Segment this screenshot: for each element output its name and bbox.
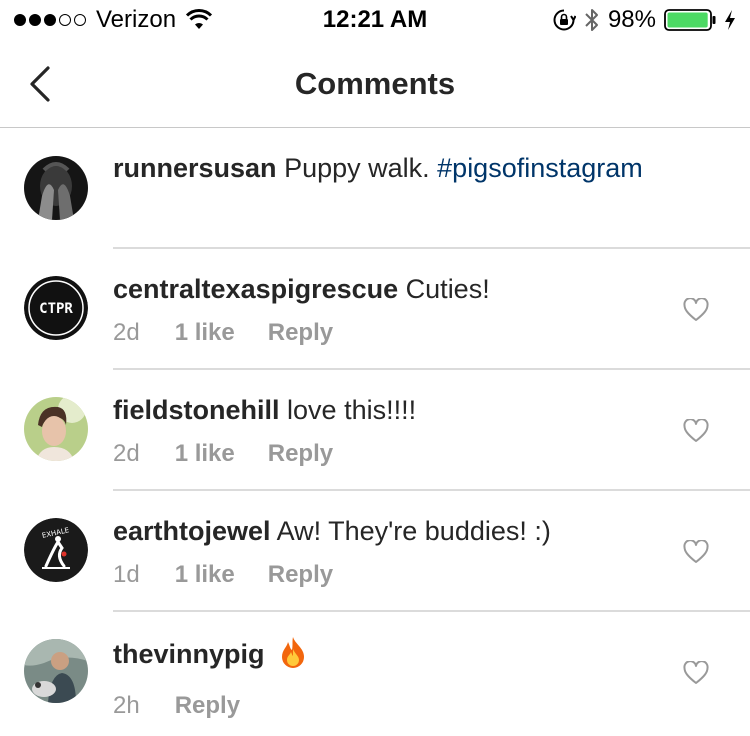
caption-body: Puppy walk. (284, 153, 430, 183)
rotation-lock-icon (553, 9, 576, 31)
reply-button[interactable]: Reply (175, 691, 240, 721)
avatar-image (24, 639, 88, 703)
comment-age: 2d (113, 440, 140, 467)
like-count[interactable]: 1 like (175, 439, 235, 469)
comment-item: thevinnypig 2h Reply (0, 611, 750, 736)
comment-body: Cuties! (405, 274, 490, 304)
avatar-image (24, 156, 88, 220)
heart-icon[interactable] (683, 661, 709, 685)
comment-meta: 2h Reply (113, 691, 240, 721)
comment-body: love this!!!! (287, 395, 417, 425)
comment-item: CTPR centraltexaspigrescue Cuties! 2d 1 … (0, 248, 750, 369)
avatar-centraltexaspigrescue[interactable]: CTPR (24, 276, 88, 340)
avatar-image: CTPR (24, 276, 88, 340)
status-bar: Verizon 12:21 AM 98% (0, 0, 750, 40)
comment-body: Aw! They're buddies! :) (276, 516, 551, 546)
username[interactable]: centraltexaspigrescue (113, 274, 398, 304)
username[interactable]: thevinnypig (113, 639, 265, 669)
page-title: Comments (294, 66, 456, 101)
bluetooth-icon (585, 9, 598, 31)
status-right: 98% (552, 5, 736, 35)
username[interactable]: runnersusan (113, 153, 277, 183)
comment-age: 2h (113, 692, 140, 719)
comment-age: 1d (113, 561, 140, 588)
hashtag-link[interactable]: #pigsofinstagram (437, 153, 643, 183)
comment-text: centraltexaspigrescue Cuties! (113, 272, 670, 306)
charging-bolt-icon (725, 10, 735, 30)
avatar-image (24, 397, 88, 461)
battery-percent: 98% (607, 6, 656, 33)
reply-button[interactable]: Reply (268, 439, 333, 469)
fire-emoji-icon (282, 637, 305, 668)
comment-age: 2d (113, 319, 140, 346)
comment-item: fieldstonehill love this!!!! 2d 1 like R… (0, 369, 750, 490)
comment-meta: 2d 1 like Reply (113, 439, 333, 469)
caption: runnersusan Puppy walk. #pigsofinstagram (0, 128, 750, 248)
avatar-thevinnypig[interactable] (24, 639, 88, 703)
comment-meta: 2d 1 like Reply (113, 318, 333, 348)
battery-icon (664, 9, 716, 31)
comment-text: fieldstonehill love this!!!! (113, 393, 670, 427)
reply-button[interactable]: Reply (268, 318, 333, 348)
nav-bar: Comments (0, 40, 750, 128)
username[interactable]: earthtojewel (113, 516, 271, 546)
avatar-image: EXHALE (24, 518, 88, 582)
battery-fill (667, 12, 708, 28)
heart-icon[interactable] (683, 419, 709, 443)
heart-icon[interactable] (683, 540, 709, 564)
like-count[interactable]: 1 like (175, 560, 235, 590)
heart-icon[interactable] (683, 298, 709, 322)
avatar-logo-text: CTPR (39, 301, 73, 317)
comment-text: thevinnypig (113, 635, 670, 671)
username[interactable]: fieldstonehill (113, 395, 280, 425)
comment-text: earthtojewel Aw! They're buddies! :) (113, 514, 670, 548)
like-count[interactable]: 1 like (175, 318, 235, 348)
avatar-earthtojewel[interactable]: EXHALE (24, 518, 88, 582)
avatar-runnersusan[interactable] (24, 156, 88, 220)
caption-text: runnersusan Puppy walk. #pigsofinstagram (113, 151, 670, 185)
comment-meta: 1d 1 like Reply (113, 560, 333, 590)
avatar-fieldstonehill[interactable] (24, 397, 88, 461)
comment-item: EXHALE earthtojewel Aw! They're buddies!… (0, 490, 750, 611)
reply-button[interactable]: Reply (268, 560, 333, 590)
